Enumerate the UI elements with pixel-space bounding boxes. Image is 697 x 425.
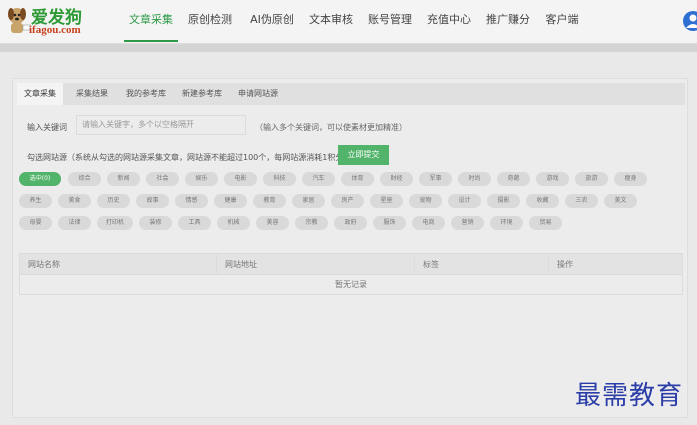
category-chip[interactable]: 新闻 xyxy=(107,172,140,186)
category-chip[interactable]: 奇葩 xyxy=(497,172,530,186)
category-chip[interactable]: 家居 xyxy=(292,194,325,208)
keyword-label: 输入关键词 xyxy=(27,123,67,132)
tab-bar: 文章采集 采集结果 我的参考库 新建参考库 申请网站源 xyxy=(17,83,685,105)
category-chip[interactable]: 政府 xyxy=(334,216,367,230)
category-chip[interactable]: 教育 xyxy=(253,194,286,208)
category-chip[interactable]: 法律 xyxy=(58,216,91,230)
category-chip[interactable]: 综合 xyxy=(68,172,101,186)
category-chip[interactable]: 美食 xyxy=(58,194,91,208)
category-chip[interactable]: 母婴 xyxy=(19,216,52,230)
category-chip[interactable]: 收藏 xyxy=(526,194,559,208)
tab-new-reference-library[interactable]: 新建参考库 xyxy=(176,83,228,105)
top-bar: 爱发狗 ifagou.com 文章采集 原创检测 AI伪原创 文本审核 账号管理… xyxy=(0,0,697,44)
category-chip[interactable]: 娱乐 xyxy=(185,172,218,186)
category-chip[interactable]: 历史 xyxy=(97,194,130,208)
category-chip[interactable]: 健康 xyxy=(214,194,247,208)
category-chip[interactable]: 社会 xyxy=(146,172,179,186)
category-chip[interactable]: 旅游 xyxy=(575,172,608,186)
tab-article-collect[interactable]: 文章采集 xyxy=(17,83,63,105)
keyword-hint: （输入多个关键词，可以使素材更加精准） xyxy=(255,123,407,132)
logo-domain: ifagou.com xyxy=(29,24,81,36)
tab-apply-site-source[interactable]: 申请网站源 xyxy=(232,83,284,105)
category-chip[interactable]: 工具 xyxy=(178,216,211,230)
watermark: 最需教育 xyxy=(575,381,684,411)
category-chip[interactable]: 美文 xyxy=(604,194,637,208)
column-header-site-url: 网站地址 xyxy=(216,254,414,275)
category-chip[interactable]: 贸易 xyxy=(529,216,562,230)
category-chip[interactable]: 故事 xyxy=(136,194,169,208)
site-source-table: 网站名称 网站地址 标签 操作 暂无记录 xyxy=(19,253,683,295)
category-chip[interactable]: 养生 xyxy=(19,194,52,208)
category-chip[interactable]: 汽车 xyxy=(302,172,335,186)
category-chip[interactable]: 体育 xyxy=(341,172,374,186)
nav-item-originality-check[interactable]: 原创检测 xyxy=(185,0,235,42)
column-header-tag: 标签 xyxy=(414,254,548,275)
column-header-action: 操作 xyxy=(548,254,682,275)
main-panel: 文章采集 采集结果 我的参考库 新建参考库 申请网站源 输入关键词 请输入关键字… xyxy=(12,78,688,418)
keyword-input[interactable]: 请输入关键字，多个以空格隔开 xyxy=(76,115,246,135)
category-chip[interactable]: 瘦身 xyxy=(614,172,647,186)
category-chip[interactable]: 三农 xyxy=(565,194,598,208)
category-chip[interactable]: 星座 xyxy=(370,194,403,208)
category-chip[interactable]: 军事 xyxy=(419,172,452,186)
category-chip[interactable]: 情感 xyxy=(175,194,208,208)
category-chip[interactable]: 科技 xyxy=(263,172,296,186)
category-chip[interactable]: 宠物 xyxy=(409,194,442,208)
category-chip[interactable]: 环境 xyxy=(490,216,523,230)
nav-item-recharge[interactable]: 充值中心 xyxy=(425,0,473,42)
category-chip[interactable]: 房产 xyxy=(331,194,364,208)
category-chip[interactable]: 电影 xyxy=(224,172,257,186)
category-chip[interactable]: 装修 xyxy=(139,216,172,230)
nav-item-client[interactable]: 客户端 xyxy=(543,0,581,42)
nav-item-text-review[interactable]: 文本审核 xyxy=(307,0,355,42)
category-chip[interactable]: 打印机 xyxy=(97,216,133,230)
tab-my-reference-library[interactable]: 我的参考库 xyxy=(120,83,172,105)
category-chip-selected-count[interactable]: 选中(0) xyxy=(19,172,61,186)
header-divider xyxy=(0,44,697,52)
category-chip[interactable]: 美容 xyxy=(256,216,289,230)
column-header-site-name: 网站名称 xyxy=(28,260,60,269)
category-chip[interactable]: 电商 xyxy=(412,216,445,230)
user-avatar-icon[interactable] xyxy=(682,10,697,32)
category-chip[interactable]: 机械 xyxy=(217,216,250,230)
table-header: 网站名称 网站地址 标签 操作 xyxy=(20,254,682,275)
category-chip[interactable]: 营销 xyxy=(451,216,484,230)
category-chip[interactable]: 财经 xyxy=(380,172,413,186)
logo[interactable]: 爱发狗 ifagou.com xyxy=(6,3,106,39)
category-chip[interactable]: 宗教 xyxy=(295,216,328,230)
category-chip[interactable]: 摄影 xyxy=(487,194,520,208)
category-chip[interactable]: 时尚 xyxy=(458,172,491,186)
nav-item-account[interactable]: 账号管理 xyxy=(366,0,414,42)
nav-item-promote[interactable]: 推广赚分 xyxy=(484,0,532,42)
empty-state-text: 暂无记录 xyxy=(335,280,367,289)
category-chip[interactable]: 设计 xyxy=(448,194,481,208)
category-chip[interactable]: 服饰 xyxy=(373,216,406,230)
nav-item-ai-rewrite[interactable]: AI伪原创 xyxy=(245,0,299,42)
submit-button[interactable]: 立即提交 xyxy=(338,145,389,165)
tab-collect-results[interactable]: 采集结果 xyxy=(69,83,115,105)
nav-item-article-collect[interactable]: 文章采集 xyxy=(124,0,178,42)
site-source-label: 勾选网站源（系统从勾选的网站源采集文章，网站源不能超过100个，每网站源消耗1积… xyxy=(27,153,352,162)
category-chip[interactable]: 游戏 xyxy=(536,172,569,186)
